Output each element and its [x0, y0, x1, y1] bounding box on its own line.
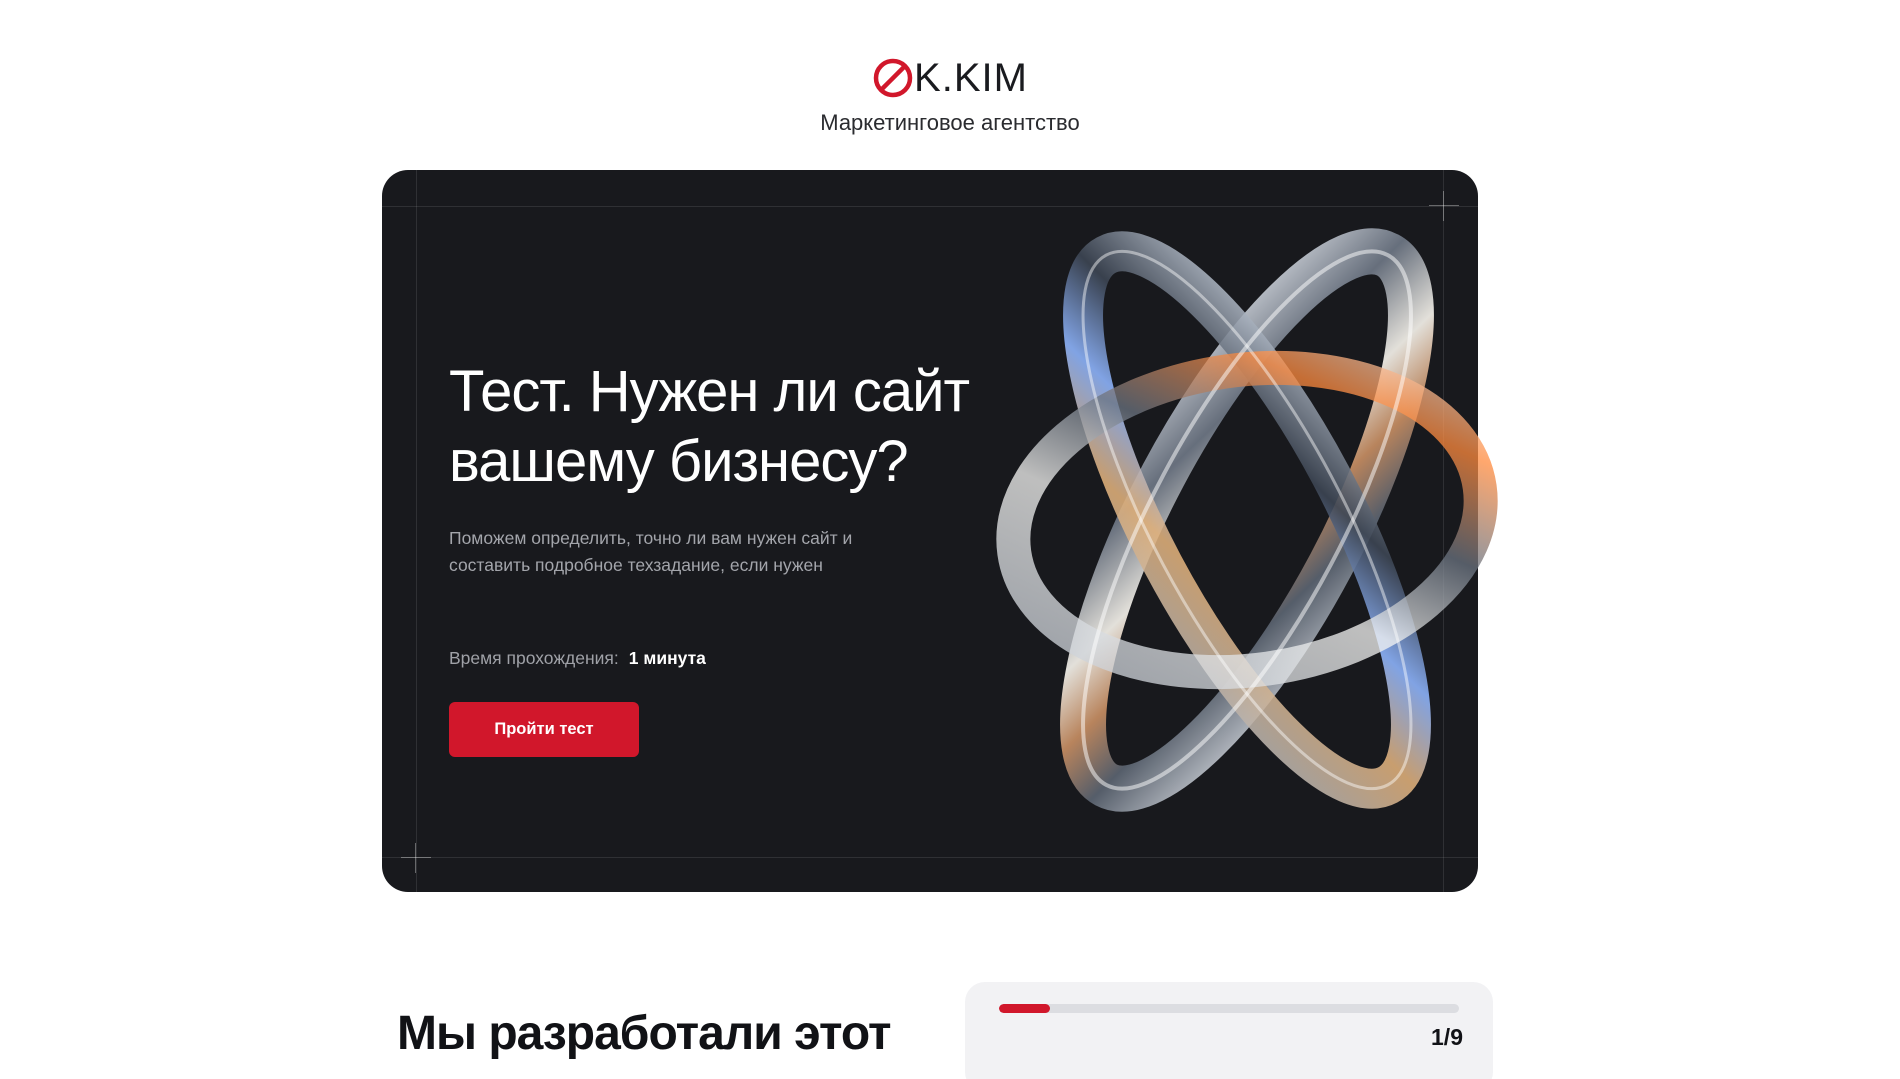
duration-info: Время прохождения: 1 минута	[449, 648, 706, 669]
crosshair-icon	[401, 843, 431, 873]
glass-knot-illustration	[996, 228, 1498, 812]
quiz-progress-bar	[999, 1004, 1459, 1013]
duration-label: Время прохождения:	[449, 648, 619, 668]
hero-banner: Тест. Нужен ли сайт вашему бизнесу? Помо…	[382, 170, 1498, 892]
hero-title: Тест. Нужен ли сайт вашему бизнесу?	[449, 359, 970, 494]
logo-text: K.KIM	[914, 55, 1028, 100]
quiz-progress-fill	[999, 1004, 1051, 1013]
guide-line	[416, 170, 417, 892]
logo-mark-icon	[873, 58, 913, 98]
duration-value: 1 минута	[628, 648, 706, 668]
header: K.KIM Маркетинговое агентство	[0, 48, 1900, 136]
section-title: Мы разработали этот	[397, 1007, 891, 1060]
logo[interactable]: K.KIM	[872, 48, 1028, 108]
tagline: Маркетинговое агентство	[820, 110, 1080, 135]
hero-description: Поможем определить, точно ли вам нужен с…	[449, 528, 853, 575]
start-test-button[interactable]: Пройти тест	[449, 702, 639, 757]
question-counter: 1/9	[1431, 1024, 1463, 1050]
quiz-card: 1/9	[965, 982, 1493, 1079]
